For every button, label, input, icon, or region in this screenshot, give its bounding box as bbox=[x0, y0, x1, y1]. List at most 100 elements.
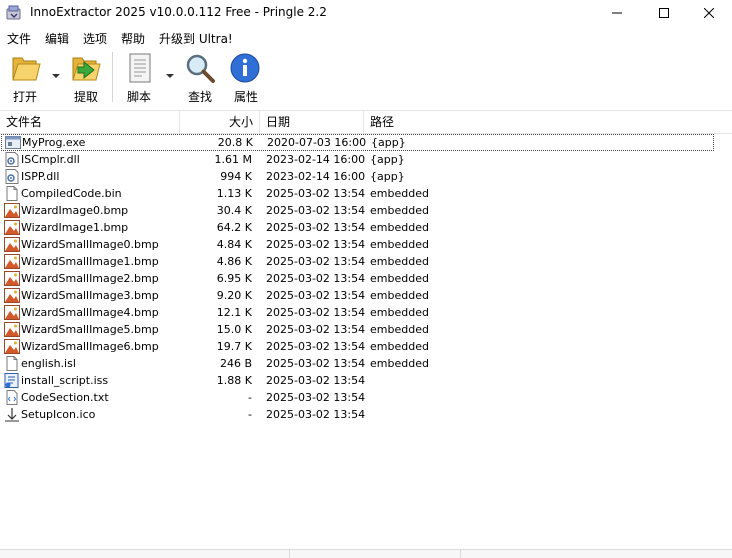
file-name: WizardSmallImage5.bmp bbox=[21, 323, 159, 336]
ico-icon bbox=[4, 407, 20, 422]
file-name: english.isl bbox=[21, 357, 76, 370]
column-header-name[interactable]: 文件名 bbox=[0, 111, 180, 133]
image-icon bbox=[4, 322, 20, 337]
file-row[interactable]: ISCmplr.dll 1.61 M 2023-02-14 16:00 {app} bbox=[0, 151, 732, 168]
close-button[interactable] bbox=[686, 0, 732, 26]
find-label: 查找 bbox=[188, 90, 213, 104]
file-size: 30.4 K bbox=[216, 204, 252, 217]
menu-edit[interactable]: 编辑 bbox=[45, 30, 69, 47]
file-date: 2025-03-02 13:54 bbox=[266, 357, 366, 370]
image-icon bbox=[4, 339, 20, 354]
image-icon bbox=[4, 220, 20, 235]
file-path: embedded bbox=[370, 357, 429, 370]
maximize-icon bbox=[659, 8, 669, 18]
file-name: WizardSmallImage1.bmp bbox=[21, 255, 159, 268]
file-row[interactable]: WizardSmallImage5.bmp 15.0 K 2025-03-02 13… bbox=[0, 321, 732, 338]
file-date: 2025-03-02 13:54 bbox=[266, 255, 366, 268]
app-icon bbox=[6, 5, 22, 21]
file-size: - bbox=[248, 391, 252, 404]
image-icon bbox=[4, 271, 20, 286]
file-name: WizardImage1.bmp bbox=[21, 221, 129, 234]
script-document-icon bbox=[129, 53, 151, 83]
image-icon bbox=[4, 254, 20, 269]
column-header-date[interactable]: 日期 bbox=[260, 111, 364, 133]
file-path: {app} bbox=[370, 153, 405, 166]
image-icon bbox=[4, 237, 20, 252]
file-name: MyProg.exe bbox=[22, 136, 86, 149]
column-header-size[interactable]: 大小 bbox=[180, 111, 260, 133]
file-row[interactable]: WizardSmallImage6.bmp 19.7 K 2025-03-02 13… bbox=[0, 338, 732, 355]
file-size: 994 K bbox=[220, 170, 252, 183]
exe-icon bbox=[5, 135, 21, 150]
open-button[interactable]: 打开 bbox=[4, 48, 46, 106]
file-row[interactable]: CompiledCode.bin 1.13 K 2025-03-02 13:54 em… bbox=[0, 185, 732, 202]
file-row[interactable]: WizardSmallImage3.bmp 9.20 K 2025-03-02 13… bbox=[0, 287, 732, 304]
extract-button[interactable]: 提取 bbox=[64, 48, 108, 106]
dll-icon bbox=[4, 152, 20, 167]
menu-file[interactable]: 文件 bbox=[7, 30, 31, 47]
list-header: 文件名 大小 日期 路径 bbox=[0, 110, 732, 134]
file-size: - bbox=[248, 408, 252, 421]
find-button[interactable]: 查找 bbox=[180, 48, 222, 106]
file-date: 2025-03-02 13:54 bbox=[266, 187, 366, 200]
file-date: 2025-03-02 13:54 bbox=[266, 306, 366, 319]
file-date: 2025-03-02 13:54 bbox=[266, 272, 366, 285]
file-size: 15.0 K bbox=[216, 323, 252, 336]
file-size: 1.13 K bbox=[216, 187, 252, 200]
toolbar-separator bbox=[112, 52, 113, 102]
file-path: embedded bbox=[370, 187, 429, 200]
file-row[interactable]: WizardSmallImage4.bmp 12.1 K 2025-03-02 13… bbox=[0, 304, 732, 321]
file-size: 1.61 M bbox=[214, 153, 252, 166]
file-path: embedded bbox=[370, 204, 429, 217]
menu-options[interactable]: 选项 bbox=[83, 30, 107, 47]
code-icon bbox=[4, 390, 20, 405]
image-icon bbox=[4, 288, 20, 303]
file-path: embedded bbox=[370, 306, 429, 319]
properties-button[interactable]: 属性 bbox=[226, 48, 266, 106]
close-icon bbox=[704, 8, 714, 18]
file-row[interactable]: WizardSmallImage2.bmp 6.95 K 2025-03-02 13… bbox=[0, 270, 732, 287]
file-name: WizardSmallImage4.bmp bbox=[21, 306, 159, 319]
open-label: 打开 bbox=[13, 90, 38, 104]
file-path: {app} bbox=[371, 136, 406, 149]
file-name: WizardImage0.bmp bbox=[21, 204, 129, 217]
file-icon bbox=[4, 186, 20, 201]
file-size: 246 B bbox=[219, 357, 252, 370]
file-row[interactable]: WizardSmallImage0.bmp 4.84 K 2025-03-02 13… bbox=[0, 236, 732, 253]
file-row[interactable]: WizardImage0.bmp 30.4 K 2025-03-02 13:54 em… bbox=[0, 202, 732, 219]
title-bar: InnoExtractor 2025 v10.0.0.112 Free - Pr… bbox=[0, 0, 732, 26]
file-name: ISCmplr.dll bbox=[21, 153, 80, 166]
extract-label: 提取 bbox=[74, 90, 99, 104]
file-row[interactable]: CodeSection.txt - 2025-03-02 13:54 bbox=[0, 389, 732, 406]
file-name: WizardSmallImage6.bmp bbox=[21, 340, 159, 353]
file-size: 64.2 K bbox=[216, 221, 252, 234]
file-row[interactable]: WizardImage1.bmp 64.2 K 2025-03-02 13:54 em… bbox=[0, 219, 732, 236]
file-icon bbox=[4, 356, 20, 371]
column-header-path[interactable]: 路径 bbox=[364, 111, 732, 133]
window-title: InnoExtractor 2025 v10.0.0.112 Free - Pr… bbox=[30, 5, 327, 19]
maximize-button[interactable] bbox=[641, 0, 687, 26]
script-button[interactable]: 脚本 bbox=[120, 48, 160, 106]
file-row[interactable]: english.isl 246 B 2025-03-02 13:54 embedded bbox=[0, 355, 732, 372]
minimize-button[interactable] bbox=[594, 0, 640, 26]
file-row[interactable]: MyProg.exe 20.8 K 2020-07-03 16:00 {app} bbox=[1, 134, 714, 151]
open-dropdown-arrow[interactable] bbox=[52, 74, 60, 78]
file-name: SetupIcon.ico bbox=[21, 408, 96, 421]
file-date: 2023-02-14 16:00 bbox=[266, 153, 366, 166]
file-row[interactable]: WizardSmallImage1.bmp 4.86 K 2025-03-02 13… bbox=[0, 253, 732, 270]
script-dropdown-arrow[interactable] bbox=[166, 74, 174, 78]
file-date: 2025-03-02 13:54 bbox=[266, 221, 366, 234]
file-row[interactable]: install_script.iss 1.88 K 2025-03-02 13:54 bbox=[0, 372, 732, 389]
file-row[interactable]: SetupIcon.ico - 2025-03-02 13:54 bbox=[0, 406, 732, 423]
file-path: embedded bbox=[370, 255, 429, 268]
file-date: 2025-03-02 13:54 bbox=[266, 391, 366, 404]
file-date: 2020-07-03 16:00 bbox=[267, 136, 367, 149]
menu-upgrade[interactable]: 升级到 Ultra! bbox=[159, 30, 233, 47]
minimize-icon bbox=[612, 12, 622, 14]
file-name: WizardSmallImage0.bmp bbox=[21, 238, 159, 251]
file-path: embedded bbox=[370, 238, 429, 251]
file-row[interactable]: ISPP.dll 994 K 2023-02-14 16:00 {app} bbox=[0, 168, 732, 185]
file-size: 1.88 K bbox=[216, 374, 252, 387]
menu-help[interactable]: 帮助 bbox=[121, 30, 145, 47]
file-name: WizardSmallImage2.bmp bbox=[21, 272, 159, 285]
